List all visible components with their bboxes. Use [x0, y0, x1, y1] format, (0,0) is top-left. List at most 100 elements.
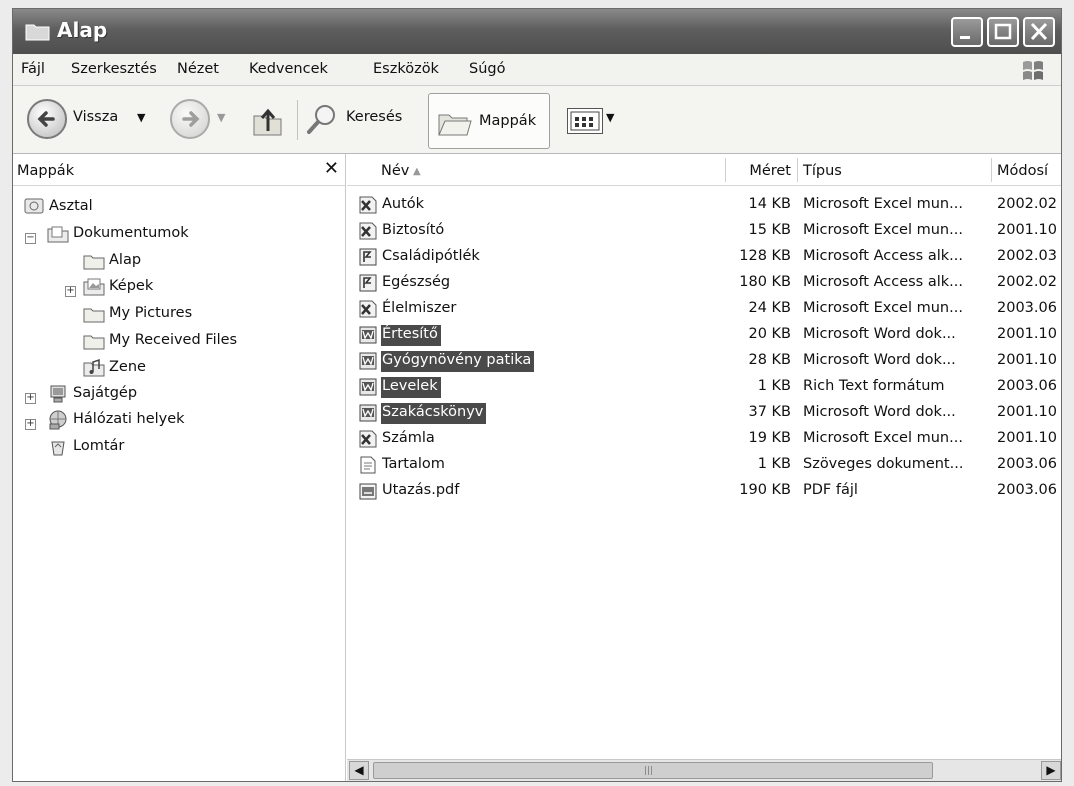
tree-label: Alap	[109, 252, 142, 268]
file-name: Egészség	[382, 274, 451, 290]
expand-icon[interactable]: +	[25, 393, 36, 404]
file-name: Értesítő	[381, 325, 441, 346]
forward-button[interactable]	[170, 99, 210, 139]
file-modified-date: 2002.02	[997, 196, 1057, 212]
forward-dropdown-icon[interactable]: ▼	[217, 111, 225, 124]
folders-button[interactable]: Mappák	[428, 93, 550, 149]
forward-arrow-icon	[182, 111, 200, 127]
folder-icon	[83, 335, 105, 350]
grip-icon: |||	[644, 766, 654, 776]
tree-label: Sajátgép	[73, 385, 138, 401]
tree-label: Zene	[109, 359, 146, 375]
window-title: Alap	[57, 18, 108, 42]
file-row[interactable]: Szakácskönyv 37 KB Microsoft Word dok... 20…	[347, 402, 1061, 426]
scroll-right-button[interactable]: ▶	[1041, 761, 1061, 780]
expand-icon[interactable]: +	[65, 286, 76, 297]
file-name: Számla	[382, 430, 435, 446]
views-dropdown-icon[interactable]: ▼	[606, 111, 614, 124]
folders-label: Mappák	[479, 113, 537, 129]
explorer-window: Alap Fájl Szerkesztés Nézet Kedvencek Es…	[12, 8, 1062, 782]
column-divider[interactable]	[991, 158, 992, 182]
file-type: Microsoft Word dok...	[803, 404, 956, 420]
file-type: Microsoft Excel mun...	[803, 300, 963, 316]
views-grid-icon	[570, 111, 600, 131]
file-type: Microsoft Excel mun...	[803, 430, 963, 446]
file-row[interactable]: Egészség 180 KB Microsoft Access alk... 200…	[347, 272, 1061, 296]
maximize-icon	[994, 23, 1012, 40]
file-modified-date: 2002.03	[997, 248, 1057, 264]
close-icon	[1030, 22, 1048, 41]
file-size: 28 KB	[748, 352, 791, 368]
menu-favorites[interactable]: Kedvencek	[249, 61, 328, 77]
up-folder-button[interactable]	[251, 104, 285, 138]
tree-label: Képek	[109, 278, 154, 294]
file-name: Biztosító	[382, 222, 445, 238]
file-type: Szöveges dokument...	[803, 456, 964, 472]
file-size: 128 KB	[739, 248, 791, 264]
scroll-left-button[interactable]: ◀	[349, 761, 369, 780]
search-button[interactable]: Keresés	[346, 109, 402, 125]
column-header-name[interactable]: Név	[381, 163, 409, 179]
file-name: Tartalom	[382, 456, 445, 472]
file-row[interactable]: Családipótlék 128 KB Microsoft Access alk.…	[347, 246, 1061, 270]
documents-folder-icon	[47, 226, 69, 243]
menu-edit[interactable]: Szerkesztés	[71, 61, 157, 77]
file-row[interactable]: Élelmiszer 24 KB Microsoft Excel mun... 200…	[347, 298, 1061, 322]
file-row[interactable]: Autók 14 KB Microsoft Excel mun... 2002.02	[347, 194, 1061, 218]
maximize-button[interactable]	[987, 17, 1019, 47]
file-row[interactable]: Utazás.pdf 190 KB PDF fájl 2003.06	[347, 480, 1061, 504]
back-arrow-icon	[37, 111, 55, 127]
menu-tools[interactable]: Eszközök	[373, 61, 439, 77]
file-row[interactable]: Értesítő 20 KB Microsoft Word dok... 2001.1…	[347, 324, 1061, 348]
column-header-modified[interactable]: Módosí	[997, 163, 1048, 179]
views-button[interactable]	[567, 108, 603, 134]
menu-view[interactable]: Nézet	[177, 61, 219, 77]
horizontal-scrollbar[interactable]: ◀ ||| ▶	[347, 759, 1061, 781]
file-size: 14 KB	[748, 196, 791, 212]
back-button[interactable]	[27, 99, 67, 139]
file-modified-date: 2001.10	[997, 430, 1057, 446]
column-header-type[interactable]: Típus	[803, 163, 842, 179]
folder-icon	[83, 255, 105, 270]
file-row[interactable]: Biztosító 15 KB Microsoft Excel mun... 2001…	[347, 220, 1061, 244]
folders-pane-title: Mappák	[17, 163, 75, 179]
file-size: 19 KB	[748, 430, 791, 446]
menu-help[interactable]: Súgó	[469, 61, 505, 77]
search-icon[interactable]	[305, 102, 339, 136]
menu-file[interactable]: Fájl	[21, 61, 45, 77]
back-dropdown-icon[interactable]: ▼	[137, 111, 145, 124]
file-row[interactable]: Levelek 1 KB Rich Text formátum 2003.06	[347, 376, 1061, 400]
file-size: 15 KB	[748, 222, 791, 238]
file-modified-date: 2003.06	[997, 456, 1057, 472]
file-modified-date: 2001.10	[997, 222, 1057, 238]
file-row[interactable]: Számla 19 KB Microsoft Excel mun... 2001.10	[347, 428, 1061, 452]
menu-bar: Fájl Szerkesztés Nézet Kedvencek Eszközö…	[13, 54, 1061, 86]
file-size: 180 KB	[739, 274, 791, 290]
file-modified-date: 2003.06	[997, 482, 1057, 498]
file-modified-date: 2001.10	[997, 326, 1057, 342]
column-divider[interactable]	[797, 158, 798, 182]
minimize-button[interactable]	[951, 17, 983, 47]
title-bar[interactable]: Alap	[13, 9, 1061, 54]
sort-ascending-icon: ▲	[413, 166, 421, 177]
file-row[interactable]: Tartalom 1 KB Szöveges dokument... 2003.06	[347, 454, 1061, 478]
collapse-icon[interactable]: −	[25, 233, 36, 244]
file-name: Szakácskönyv	[381, 403, 487, 424]
minimize-icon	[960, 36, 970, 39]
word-file-icon	[359, 326, 377, 344]
back-label[interactable]: Vissza	[73, 109, 118, 125]
file-type: Microsoft Access alk...	[803, 248, 963, 264]
column-header-size[interactable]: Méret	[749, 163, 791, 179]
close-button[interactable]	[1023, 17, 1055, 47]
file-row[interactable]: Gyógynövény patika 28 KB Microsoft Word do…	[347, 350, 1061, 374]
file-type: Microsoft Word dok...	[803, 352, 956, 368]
column-divider[interactable]	[725, 158, 726, 182]
scrollbar-thumb[interactable]: |||	[373, 762, 933, 779]
recycle-bin-icon	[51, 441, 65, 456]
close-pane-icon[interactable]: ✕	[324, 158, 339, 179]
folders-pane: Mappák ✕ Asztal − Dokumentumok Alap + Ké…	[13, 154, 346, 781]
folder-icon	[25, 24, 50, 41]
expand-icon[interactable]: +	[25, 419, 36, 430]
file-type: Rich Text formátum	[803, 378, 945, 394]
word-file-icon	[359, 352, 377, 370]
